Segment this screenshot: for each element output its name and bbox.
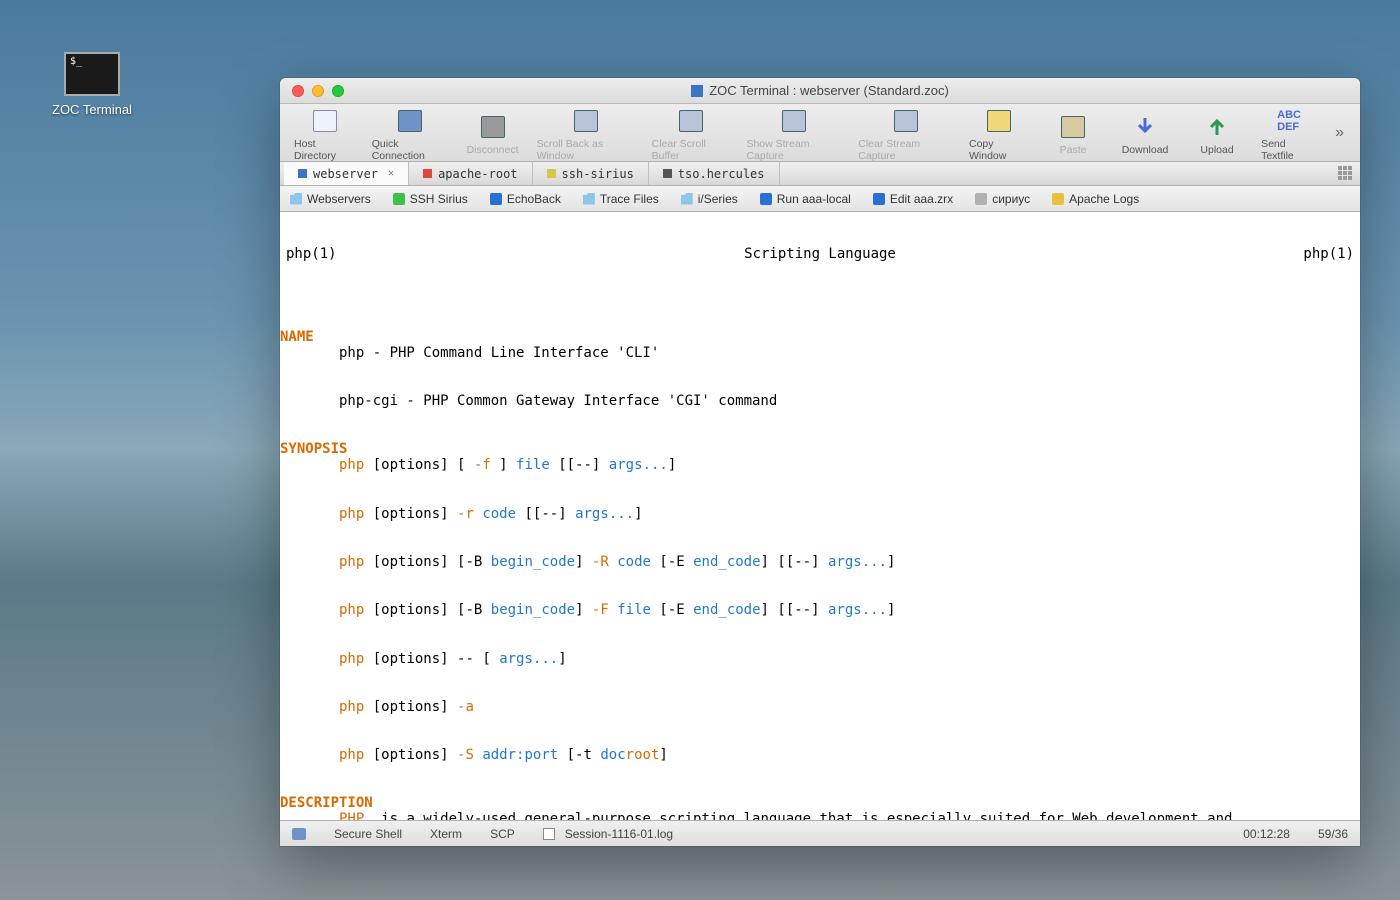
tab-webserver[interactable]: webserver ✕ [284,162,409,185]
status-cursor-pos: 59/36 [1318,827,1348,841]
bookmark-webservers[interactable]: Webservers [290,192,371,206]
minimize-button[interactable] [312,85,324,97]
bookmark-echoback[interactable]: EchoBack [490,192,561,206]
disconnect-button[interactable]: Disconnect [459,110,527,156]
host-directory-button[interactable]: Host Directory [288,104,362,162]
man-body: NAME php - PHP Command Line Interface 'C… [280,294,1360,820]
download-button[interactable]: Download [1111,110,1179,156]
host-icon [1052,193,1064,205]
scroll-back-button[interactable]: Scroll Back as Window [531,104,642,162]
send-textfile-button[interactable]: ABCDEFSend Textfile [1255,104,1323,162]
copy-window-button[interactable]: Copy Window [963,104,1035,162]
tab-indicator-icon [298,169,307,178]
tab-grid-button[interactable] [1338,166,1352,180]
clear-capture-button[interactable]: Clear Stream Capture [852,104,959,162]
bookmark-ssh-sirius[interactable]: SSH Sirius [393,192,468,206]
statusbar: Secure Shell Xterm SCP Session-1116-01.l… [280,820,1360,846]
host-icon [760,193,772,205]
bookmark-edit-aaa-zrx[interactable]: Edit aaa.zrx [873,192,953,206]
app-icon [691,85,703,97]
toolbar: Host Directory Quick Connection Disconne… [280,104,1360,162]
tab-indicator-icon [663,169,672,178]
folder-icon [583,193,595,205]
window-title: ZOC Terminal : webserver (Standard.zoc) [280,83,1360,98]
tab-bar: webserver ✕ apache-root ssh-sirius tso.h… [280,162,1360,186]
bookmark-iseries[interactable]: i/Series [681,192,738,206]
upload-button[interactable]: Upload [1183,110,1251,156]
tab-tso-hercules[interactable]: tso.hercules [649,162,780,185]
man-header: php(1)Scripting Languagephp(1) [280,246,1360,262]
quick-connection-button[interactable]: Quick Connection [366,104,455,162]
titlebar: ZOC Terminal : webserver (Standard.zoc) [280,78,1360,104]
bookmarks-bar: Webservers SSH Sirius EchoBack Trace Fil… [280,186,1360,212]
status-protocol: SCP [490,827,515,841]
window-controls [280,85,344,97]
host-icon [393,193,405,205]
bookmark-sirius-cyrillic[interactable]: сириус [975,192,1030,206]
terminal-icon [64,52,120,96]
folder-icon [290,193,302,205]
folder-icon [681,193,693,205]
paste-button[interactable]: Paste [1039,110,1107,156]
bookmark-trace-files[interactable]: Trace Files [583,192,659,206]
tab-close-icon[interactable]: ✕ [384,168,394,179]
show-capture-button[interactable]: Show Stream Capture [740,104,848,162]
window-title-text: ZOC Terminal : webserver (Standard.zoc) [709,83,949,98]
bookmark-apache-logs[interactable]: Apache Logs [1052,192,1139,206]
status-elapsed: 00:12:28 [1243,827,1290,841]
host-icon [975,193,987,205]
maximize-button[interactable] [332,85,344,97]
status-terminal-type: Xterm [430,827,462,841]
close-button[interactable] [292,85,304,97]
tab-apache-root[interactable]: apache-root [409,162,532,185]
tab-indicator-icon [547,169,556,178]
tab-ssh-sirius[interactable]: ssh-sirius [533,162,649,185]
toolbar-overflow-button[interactable]: » [1327,124,1352,142]
terminal-viewport[interactable]: php(1)Scripting Languagephp(1) NAME php … [280,212,1360,820]
connection-icon [292,828,306,840]
status-logfile: Session-1116-01.log [565,827,673,841]
desktop-app-label: ZOC Terminal [52,102,132,117]
log-checkbox[interactable] [543,828,555,840]
host-icon [873,193,885,205]
status-connection: Secure Shell [334,827,402,841]
bookmark-run-aaa-local[interactable]: Run aaa-local [760,192,851,206]
clear-scroll-button[interactable]: Clear Scroll Buffer [646,104,737,162]
app-window: ZOC Terminal : webserver (Standard.zoc) … [280,78,1360,846]
host-icon [490,193,502,205]
desktop-app-icon[interactable]: ZOC Terminal [52,52,132,117]
tab-indicator-icon [423,169,432,178]
